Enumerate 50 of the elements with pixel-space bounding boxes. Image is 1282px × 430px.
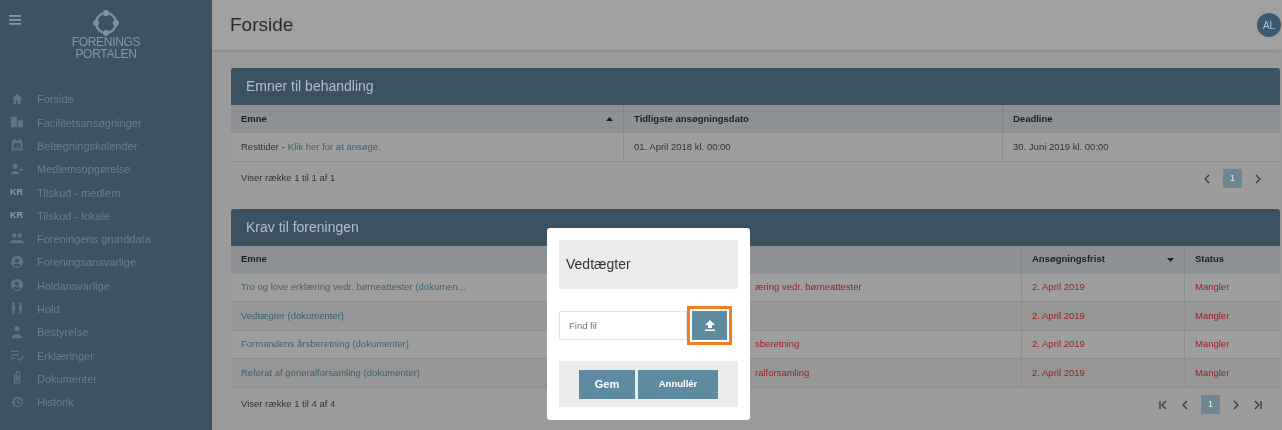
table-cell-text: 30. Juni 2019 kl. 00:00 — [1013, 139, 1109, 154]
table-cell-text: 2. April 2019 — [1032, 365, 1085, 380]
column-header[interactable]: Emne — [241, 111, 267, 127]
table-cell-text: 01. April 2018 kl. 00:00 — [634, 139, 731, 154]
table-cell-text: 2. April 2019 — [1032, 308, 1085, 323]
document-link[interactable]: Tro og love erklæring vedr. børneattester (dokumen... — [241, 280, 466, 295]
table-cell-text: Mangler — [1195, 365, 1230, 380]
account-icon — [10, 254, 26, 271]
table-cell-text: Mangler — [1195, 337, 1230, 352]
column-header[interactable]: Tidligste ansøgningsdato — [634, 111, 749, 127]
sort-down-icon[interactable] — [1167, 257, 1174, 262]
logo-icon — [93, 10, 119, 36]
save-button[interactable]: Gem — [579, 369, 635, 399]
first-page-icon[interactable] — [1157, 398, 1169, 411]
table-cell-text: Mangler — [1195, 280, 1230, 295]
logo-text: FORENINGS — [71, 36, 141, 48]
document-link[interactable]: Formandens årsberetning (dokumenter) — [241, 337, 409, 352]
table-cell-text: ralforsamling — [755, 365, 810, 380]
sort-up-icon[interactable] — [606, 117, 613, 121]
document-link[interactable]: Vedtægter (dokumenter) — [241, 308, 344, 323]
panel-title: Krav til foreningen — [246, 217, 359, 237]
cancel-button[interactable]: Annullér — [638, 369, 718, 399]
column-header[interactable]: Emne — [241, 252, 267, 267]
table-cell-text: Mangler — [1195, 308, 1230, 323]
column-header[interactable]: Ansøgningsfrist — [1032, 252, 1105, 267]
panel-title: Emner til behandling — [246, 77, 374, 96]
document-link[interactable]: Referat af generalforsamling (dokumenter) — [241, 365, 420, 380]
page-button[interactable]: 1 — [1201, 395, 1220, 414]
column-header[interactable]: Status — [1195, 252, 1225, 267]
currency-label: KR — [10, 186, 24, 200]
row-count-text: Viser række 1 til 1 af 1 — [241, 171, 336, 186]
table-cell-text: æring vedr. børneattester — [755, 280, 862, 295]
logo-text: PORTALEN — [75, 48, 137, 60]
table-cell-text: sberetning — [755, 337, 800, 352]
table-cell-text: 2. April 2019 — [1032, 280, 1085, 295]
page-title: Forside — [230, 12, 294, 37]
row-count-text: Viser række 1 til 4 af 4 — [241, 397, 336, 412]
dialog-title: Vedtægter — [566, 255, 631, 274]
column-header[interactable]: Deadline — [1013, 111, 1053, 127]
apply-link[interactable]: Klik her for at ansøge. — [287, 139, 381, 154]
table-cell-text: Resttider - — [241, 139, 285, 154]
table-cell-text: 2. April 2019 — [1032, 337, 1085, 352]
page-button[interactable]: 1 — [1223, 169, 1242, 188]
avatar[interactable]: AL — [1257, 13, 1281, 37]
account-icon — [10, 278, 26, 294]
menu-icon[interactable] — [9, 15, 21, 25]
currency-label: KR — [10, 209, 24, 223]
file-input-field[interactable]: Find fil — [559, 310, 687, 340]
upload-icon — [704, 319, 715, 331]
last-page-icon[interactable] — [1252, 398, 1264, 411]
